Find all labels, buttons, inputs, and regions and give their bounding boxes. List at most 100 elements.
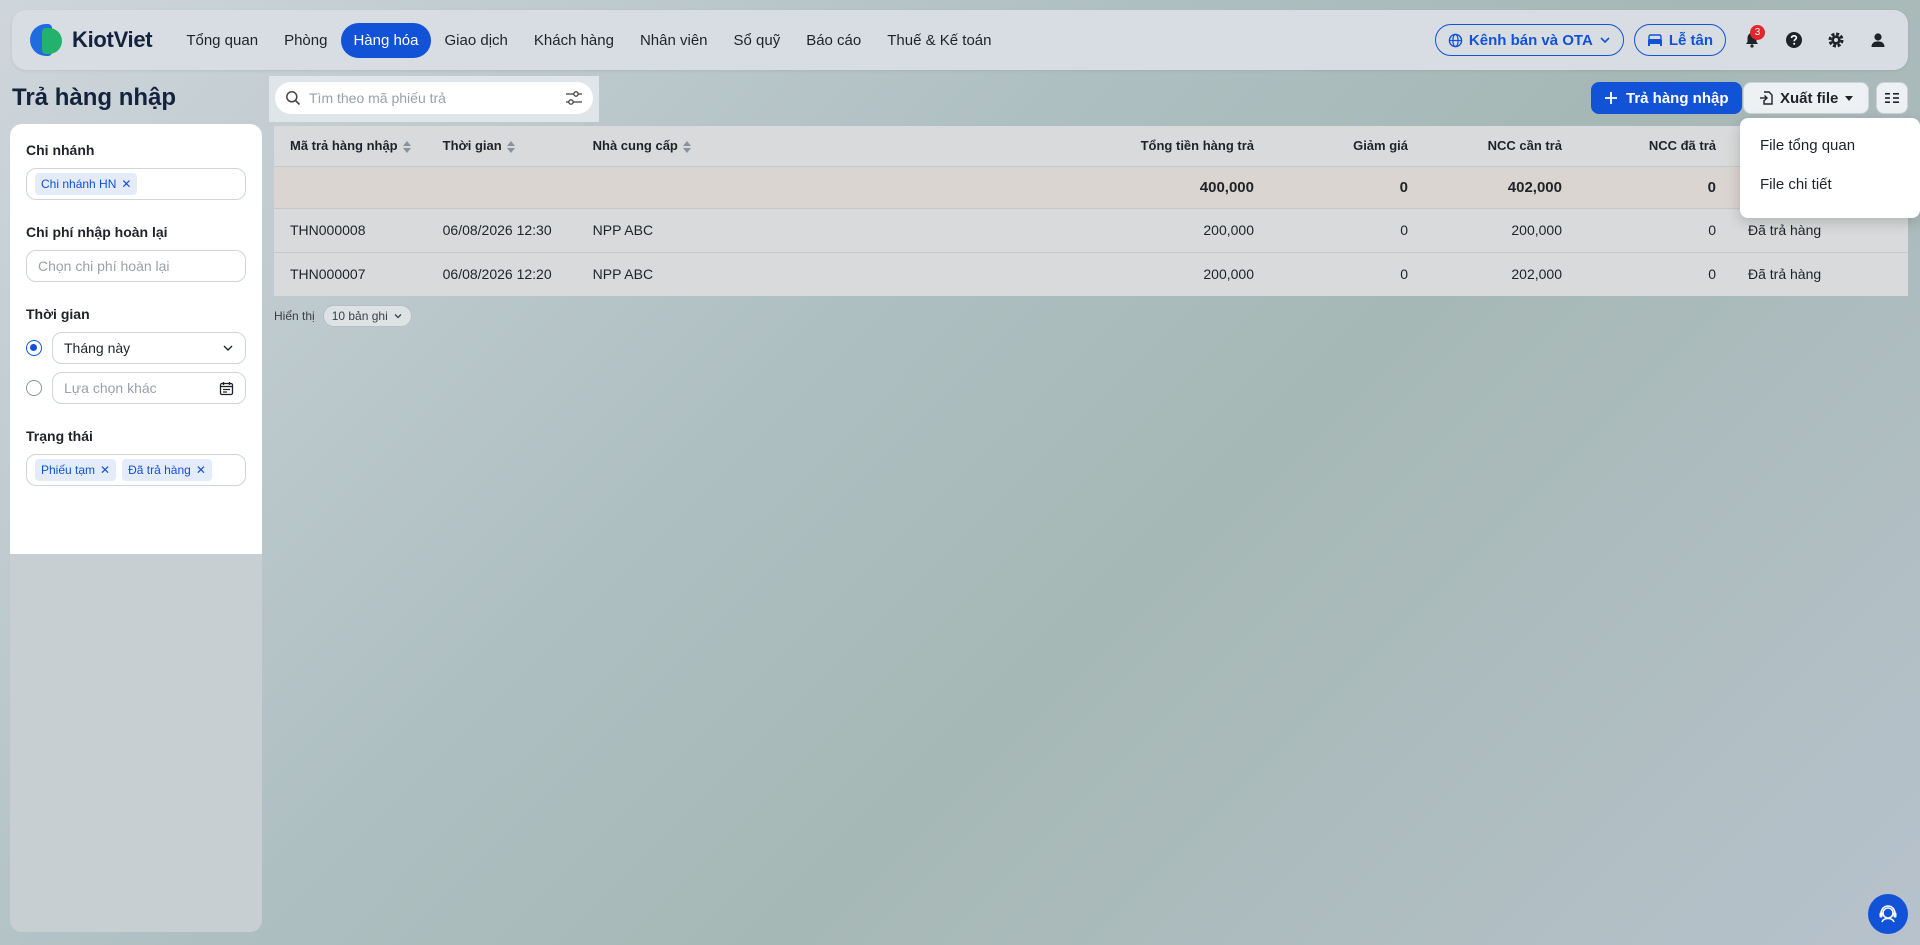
row-need-pay: 202,000 bbox=[1424, 251, 1578, 296]
time-filter-label: Thời gian bbox=[26, 306, 90, 322]
help-icon bbox=[1786, 32, 1802, 48]
search-box bbox=[275, 82, 593, 114]
row-code: THN000008 bbox=[274, 207, 427, 252]
sales-channel-button[interactable]: Kênh bán và OTA bbox=[1434, 24, 1624, 56]
account-button[interactable] bbox=[1862, 24, 1894, 56]
kiotviet-logo-icon bbox=[28, 22, 64, 58]
notification-button[interactable]: 3 bbox=[1736, 24, 1768, 56]
column-header-paid[interactable]: NCC đã trả bbox=[1578, 126, 1732, 166]
nav-item-overview[interactable]: Tổng quan bbox=[174, 23, 270, 58]
remove-tag-icon[interactable]: ✕ bbox=[196, 463, 206, 477]
sort-icon bbox=[506, 140, 515, 153]
status-tag-returned: Đã trả hàng ✕ bbox=[122, 459, 212, 481]
reception-button[interactable]: Lễ tân bbox=[1633, 24, 1726, 56]
settings-button[interactable] bbox=[1820, 24, 1852, 56]
filter-sliders-icon[interactable] bbox=[565, 90, 583, 106]
nav-item-transactions[interactable]: Giao dịch bbox=[433, 23, 520, 58]
time-preset-radio[interactable] bbox=[26, 340, 42, 356]
row-total: 200,000 bbox=[1100, 251, 1270, 296]
search-input[interactable] bbox=[309, 90, 557, 106]
nav-item-reports[interactable]: Báo cáo bbox=[794, 23, 873, 58]
chevron-down-icon bbox=[394, 314, 402, 319]
row-supplier: NPP ABC bbox=[576, 207, 1100, 252]
branch-filter: Chi nhánh Chi nhánh HN ✕ bbox=[26, 142, 246, 200]
main-nav: Tổng quan Phòng Hàng hóa Giao dịch Khách… bbox=[174, 22, 1003, 58]
nav-item-staff[interactable]: Nhân viên bbox=[628, 23, 720, 58]
column-header-discount[interactable]: Giảm giá bbox=[1270, 126, 1424, 166]
support-chat-button[interactable] bbox=[1868, 894, 1908, 934]
row-need-pay: 200,000 bbox=[1424, 207, 1578, 252]
status-tag-draft: Phiếu tạm ✕ bbox=[35, 459, 117, 481]
row-discount: 0 bbox=[1270, 251, 1424, 296]
help-button[interactable] bbox=[1778, 24, 1810, 56]
refund-cost-select[interactable]: Chọn chi phí hoàn lại bbox=[26, 250, 246, 282]
column-header-total[interactable]: Tổng tiền hàng trả bbox=[1100, 126, 1270, 166]
row-discount: 0 bbox=[1270, 207, 1424, 252]
time-custom-row: Lựa chọn khác bbox=[26, 372, 246, 404]
page-size-label: Hiển thị bbox=[274, 309, 315, 323]
purchase-return-table: Mã trả hàng nhập Thời gian Nhà cung cấp … bbox=[274, 126, 1908, 296]
column-header-need-pay[interactable]: NCC cần trả bbox=[1424, 126, 1578, 166]
branch-filter-label: Chi nhánh bbox=[26, 142, 95, 158]
column-header-time[interactable]: Thời gian bbox=[427, 126, 577, 166]
summary-discount: 0 bbox=[1270, 165, 1424, 208]
branch-tag-label: Chi nhánh HN bbox=[41, 177, 117, 191]
nav-item-customers[interactable]: Khách hàng bbox=[522, 23, 626, 58]
search-area bbox=[269, 76, 599, 122]
support-agent-icon bbox=[1879, 905, 1897, 923]
table-row[interactable]: THN000008 06/08/2026 12:30 NPP ABC 200,0… bbox=[274, 207, 1908, 252]
status-tag-input[interactable]: Phiếu tạm ✕ Đã trả hàng ✕ bbox=[26, 454, 246, 486]
table-header-row: Mã trả hàng nhập Thời gian Nhà cung cấp … bbox=[274, 126, 1908, 166]
table-row[interactable]: THN000007 06/08/2026 12:20 NPP ABC 200,0… bbox=[274, 251, 1908, 296]
time-preset-select[interactable]: Tháng này bbox=[52, 332, 246, 364]
export-icon bbox=[1760, 91, 1773, 105]
column-header-code[interactable]: Mã trả hàng nhập bbox=[274, 126, 427, 166]
summary-paid: 0 bbox=[1578, 165, 1732, 208]
time-custom-input[interactable]: Lựa chọn khác bbox=[52, 372, 246, 404]
page-size-value: 10 bản ghi bbox=[331, 309, 388, 323]
export-file-button[interactable]: Xuất file bbox=[1743, 82, 1870, 114]
logo[interactable]: KiotViet bbox=[28, 22, 153, 58]
time-preset-value: Tháng này bbox=[64, 340, 131, 356]
plus-icon bbox=[1605, 92, 1617, 104]
row-paid: 0 bbox=[1578, 251, 1732, 296]
calendar-icon bbox=[219, 381, 234, 395]
page-size-select[interactable]: 10 bản ghi bbox=[322, 305, 412, 327]
refund-cost-filter: Chi phí nhập hoàn lại Chọn chi phí hoàn … bbox=[26, 224, 246, 282]
nav-item-rooms[interactable]: Phòng bbox=[272, 23, 339, 58]
nav-item-products[interactable]: Hàng hóa bbox=[341, 22, 431, 58]
remove-tag-icon[interactable]: ✕ bbox=[100, 463, 110, 477]
row-status: Đã trả hàng bbox=[1732, 251, 1908, 296]
nav-item-tax-accounting[interactable]: Thuế & Kế toán bbox=[875, 23, 1003, 58]
status-filter: Trạng thái Phiếu tạm ✕ Đã trả hàng ✕ bbox=[26, 428, 246, 486]
add-purchase-return-label: Trả hàng nhập bbox=[1626, 89, 1729, 107]
search-icon bbox=[286, 91, 301, 106]
sales-channel-label: Kênh bán và OTA bbox=[1468, 31, 1593, 49]
branch-tag-input[interactable]: Chi nhánh HN ✕ bbox=[26, 168, 246, 200]
time-filter: Thời gian Tháng này Lựa chọn khác bbox=[26, 306, 246, 404]
summary-total: 400,000 bbox=[1100, 165, 1270, 208]
bed-icon bbox=[1647, 34, 1662, 46]
pagination-bar: Hiển thị 10 bản ghi bbox=[274, 305, 412, 327]
column-header-supplier[interactable]: Nhà cung cấp bbox=[577, 126, 1100, 166]
row-time: 06/08/2026 12:30 bbox=[426, 207, 577, 252]
export-detail-file-item[interactable]: File chi tiết bbox=[1740, 165, 1920, 204]
list-columns-icon bbox=[1885, 93, 1899, 103]
time-custom-radio[interactable] bbox=[26, 380, 42, 396]
row-total: 200,000 bbox=[1100, 207, 1270, 252]
filter-sidebar: Chi nhánh Chi nhánh HN ✕ Chi phí nhập ho… bbox=[10, 124, 262, 554]
refund-cost-filter-label: Chi phí nhập hoàn lại bbox=[26, 224, 168, 240]
caret-down-icon bbox=[1845, 96, 1854, 101]
add-purchase-return-button[interactable]: Trả hàng nhập bbox=[1591, 82, 1742, 114]
export-summary-file-item[interactable]: File tổng quan bbox=[1740, 126, 1920, 165]
column-settings-button[interactable] bbox=[1876, 82, 1908, 114]
status-filter-label: Trạng thái bbox=[26, 428, 93, 444]
row-supplier: NPP ABC bbox=[576, 251, 1100, 296]
row-code: THN000007 bbox=[274, 251, 427, 296]
summary-need-pay: 402,000 bbox=[1424, 165, 1578, 208]
user-icon bbox=[1871, 33, 1885, 47]
export-file-label: Xuất file bbox=[1780, 89, 1839, 107]
remove-tag-icon[interactable]: ✕ bbox=[121, 177, 131, 191]
nav-item-cashbook[interactable]: Sổ quỹ bbox=[722, 23, 793, 58]
time-preset-row: Tháng này bbox=[26, 332, 246, 364]
